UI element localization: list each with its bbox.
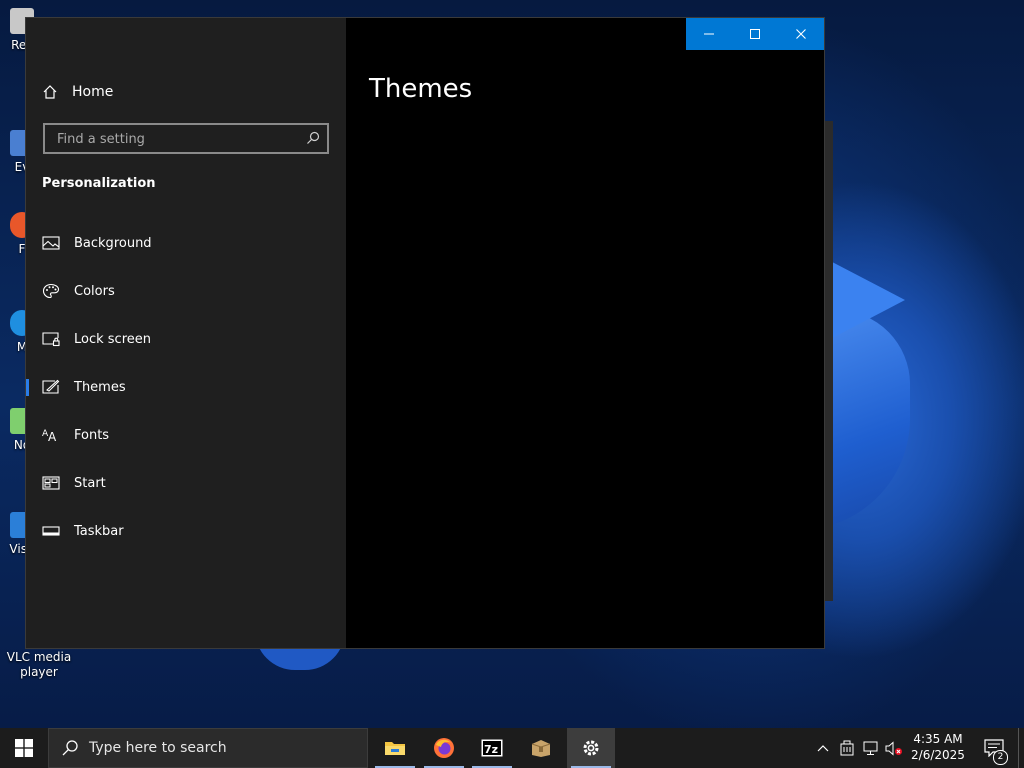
tray-network-button[interactable] [861, 728, 881, 768]
7zip-icon: 7z [481, 739, 503, 757]
home-icon [43, 85, 57, 99]
brush-icon [42, 379, 60, 394]
nav-item-label: Themes [74, 379, 126, 395]
nav-item-label: Background [74, 235, 152, 251]
nav-item-label: Lock screen [74, 331, 151, 347]
background-window-scrollbar [825, 121, 833, 601]
show-desktop-button[interactable] [1018, 728, 1024, 768]
nav-item-label: Fonts [74, 427, 110, 443]
home-label: Home [72, 84, 114, 100]
taskbar-app-file-explorer[interactable] [371, 728, 419, 768]
find-setting-search[interactable] [43, 123, 329, 154]
minimize-icon [704, 33, 714, 35]
svg-text:A: A [48, 430, 57, 443]
nav-item-taskbar[interactable]: Taskbar [26, 509, 346, 553]
desktop-icon-label: VLC media player [6, 650, 72, 679]
taskbar-search-placeholder: Type here to search [89, 740, 227, 756]
maximize-icon [750, 29, 760, 39]
tray-device-button[interactable] [838, 728, 856, 768]
start-grid-icon [42, 476, 60, 490]
package-icon [531, 740, 551, 757]
lock-screen-icon [42, 332, 60, 347]
search-icon[interactable] [306, 131, 320, 145]
taskbar-search-box[interactable]: Type here to search [48, 728, 368, 768]
close-button[interactable] [778, 18, 824, 50]
taskbar-icon [42, 526, 60, 536]
chevron-up-icon [817, 745, 829, 752]
start-button[interactable] [0, 728, 48, 768]
nav-item-label: Start [74, 475, 106, 491]
fonts-icon: A A [42, 429, 57, 443]
page-title: Themes [369, 74, 473, 104]
taskbar: Type here to search 7z 4:35 AM 2/6/2025 … [0, 728, 1024, 768]
nav-item-colors[interactable]: Colors [26, 269, 346, 313]
navigation-pane: Home Personalization Background Colors [26, 18, 346, 648]
action-center-button[interactable]: 2 [978, 728, 1010, 768]
close-icon [796, 29, 806, 39]
nav-item-label: Colors [74, 283, 115, 299]
palette-icon [42, 283, 60, 299]
volume-muted-icon [885, 740, 902, 756]
clock-date: 2/6/2025 [911, 748, 965, 762]
content-pane: Themes [346, 18, 824, 648]
svg-text:7z: 7z [484, 743, 498, 756]
network-icon [863, 741, 877, 755]
window-controls [686, 18, 824, 50]
maximize-button[interactable] [732, 18, 778, 50]
nav-item-themes[interactable]: Themes [26, 365, 346, 409]
minimize-button[interactable] [686, 18, 732, 50]
nav-item-fonts[interactable]: A A Fonts [26, 413, 346, 457]
find-setting-input[interactable] [55, 129, 299, 149]
settings-window: Home Personalization Background Colors [25, 17, 833, 649]
search-icon [62, 740, 78, 756]
taskbar-app-package[interactable] [517, 728, 565, 768]
nav-item-lock-screen[interactable]: Lock screen [26, 317, 346, 361]
tray-volume-button[interactable] [884, 728, 904, 768]
nav-item-label: Taskbar [74, 523, 124, 539]
show-hidden-icons-button[interactable] [814, 728, 832, 768]
selected-indicator [26, 379, 29, 396]
section-title-personalization: Personalization [42, 176, 156, 191]
clock-time: 4:35 AM [913, 732, 963, 746]
device-icon [840, 740, 854, 756]
nav-item-background[interactable]: Background [26, 221, 346, 265]
taskbar-app-firefox[interactable] [420, 728, 468, 768]
file-explorer-icon [385, 742, 405, 755]
nav-home[interactable]: Home [42, 80, 113, 104]
taskbar-clock[interactable]: 4:35 AM 2/6/2025 [902, 731, 974, 763]
taskbar-app-7zip[interactable]: 7z [468, 728, 516, 768]
windows-logo-icon [15, 739, 33, 757]
picture-icon [42, 236, 60, 250]
taskbar-app-settings[interactable] [567, 728, 615, 768]
settings-gear-icon [583, 740, 599, 756]
nav-item-start[interactable]: Start [26, 461, 346, 505]
notification-count-badge: 2 [993, 750, 1008, 765]
firefox-icon [434, 738, 454, 758]
